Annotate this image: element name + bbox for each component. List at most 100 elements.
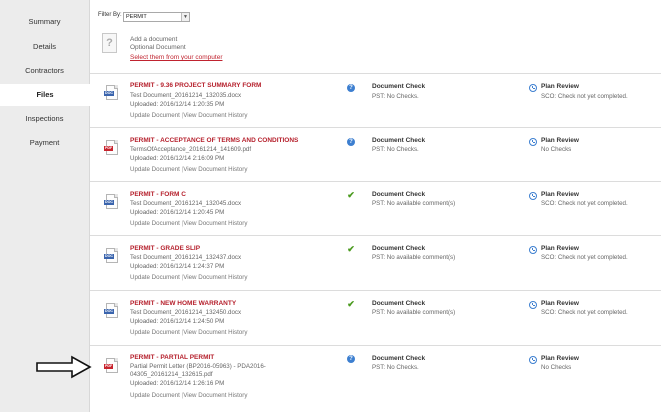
- plan-review-status: SCO: Check not yet completed.: [541, 200, 628, 207]
- plan-review-status: SCO: Check not yet completed.: [541, 309, 628, 316]
- document-filename: TermsOfAcceptance_20161214_141609.pdf: [130, 146, 252, 153]
- document-title: PERMIT - PARTIAL PERMIT: [130, 354, 215, 361]
- view-history-link[interactable]: View Document History: [183, 112, 247, 119]
- clock-icon: [529, 356, 537, 364]
- view-history-link[interactable]: View Document History: [183, 392, 247, 399]
- document-filename-continued: 04305_20161214_132615.pdf: [130, 371, 213, 378]
- document-check-title: Document Check: [372, 300, 426, 307]
- question-icon: ?: [347, 84, 355, 92]
- filter-label: Filter By:: [98, 12, 122, 18]
- document-uploaded: Uploaded: 2016/12/14 2:16:09 PM: [130, 155, 225, 162]
- document-check-title: Document Check: [372, 83, 426, 90]
- document-actions: Update Document |View Document History: [130, 112, 248, 119]
- sidebar-item-inspections[interactable]: Inspections: [0, 108, 89, 130]
- pointer-arrow-icon: [36, 355, 92, 379]
- select-files-link[interactable]: Select them from your computer: [130, 54, 222, 61]
- clock-icon: [529, 138, 537, 146]
- divider: [90, 345, 661, 346]
- document-uploaded: Uploaded: 2016/12/14 1:24:37 PM: [130, 263, 225, 270]
- add-document-subtitle: Optional Document: [130, 44, 186, 51]
- sidebar-nav: Summary Details Contractors Files Inspec…: [0, 0, 90, 412]
- document-actions: Update Document |View Document History: [130, 329, 248, 336]
- update-document-link[interactable]: Update Document: [130, 392, 180, 399]
- document-title: PERMIT - NEW HOME WARRANTY: [130, 300, 237, 307]
- view-history-link[interactable]: View Document History: [183, 329, 247, 336]
- docx-file-icon: DOC: [104, 303, 118, 318]
- view-history-link[interactable]: View Document History: [183, 166, 247, 173]
- document-check-status: PST: No available comment(s): [372, 309, 456, 316]
- files-panel: Filter By: PERMIT ▼ ? Add a document Opt…: [90, 0, 661, 412]
- divider: [90, 73, 661, 74]
- pdf-file-icon: PDF: [104, 140, 118, 155]
- clock-icon: [529, 301, 537, 309]
- plan-review-status: SCO: Check not yet completed.: [541, 93, 628, 100]
- checkmark-icon: ✔: [347, 190, 355, 200]
- document-actions: Update Document |View Document History: [130, 392, 248, 399]
- document-check-status: PST: No Checks.: [372, 93, 419, 100]
- add-document-placeholder-icon: ?: [102, 33, 117, 53]
- plan-review-status: SCO: Check not yet completed.: [541, 254, 628, 261]
- document-filename: Test Document_20161214_132450.docx: [130, 309, 242, 316]
- divider: [90, 127, 661, 128]
- clock-icon: [529, 246, 537, 254]
- sidebar-item-contractors[interactable]: Contractors: [0, 60, 89, 82]
- document-check-title: Document Check: [372, 137, 426, 144]
- clock-icon: [529, 84, 537, 92]
- document-title: PERMIT - GRADE SLIP: [130, 245, 201, 252]
- document-uploaded: Uploaded: 2016/12/14 1:20:45 PM: [130, 209, 225, 216]
- update-document-link[interactable]: Update Document: [130, 112, 180, 119]
- plan-review-title: Plan Review: [541, 137, 579, 144]
- divider: [90, 181, 661, 182]
- document-check-title: Document Check: [372, 355, 426, 362]
- document-check-status: PST: No available comment(s): [372, 254, 456, 261]
- plan-review-title: Plan Review: [541, 191, 579, 198]
- document-check-status: PST: No available comment(s): [372, 200, 456, 207]
- document-uploaded: Uploaded: 2016/12/14 1:26:16 PM: [130, 380, 225, 387]
- add-document-title: Add a document: [130, 36, 178, 43]
- filter-select[interactable]: PERMIT ▼: [123, 12, 190, 22]
- plan-review-status: No Checks: [541, 364, 572, 371]
- document-title: PERMIT - 9.36 PROJECT SUMMARY FORM: [130, 82, 262, 89]
- question-icon: ?: [347, 138, 355, 146]
- plan-review-title: Plan Review: [541, 83, 579, 90]
- docx-file-icon: DOC: [104, 85, 118, 100]
- sidebar-item-summary[interactable]: Summary: [0, 11, 89, 33]
- plan-review-title: Plan Review: [541, 355, 579, 362]
- document-check-title: Document Check: [372, 245, 426, 252]
- view-history-link[interactable]: View Document History: [183, 220, 247, 227]
- update-document-link[interactable]: Update Document: [130, 166, 180, 173]
- document-actions: Update Document |View Document History: [130, 220, 248, 227]
- checkmark-icon: ✔: [347, 244, 355, 254]
- checkmark-icon: ✔: [347, 299, 355, 309]
- view-history-link[interactable]: View Document History: [183, 274, 247, 281]
- document-title: PERMIT - FORM C: [130, 191, 186, 198]
- document-filename: Test Document_20161214_132035.docx: [130, 92, 242, 99]
- document-filename: Partial Permit Letter (BP2016-05963) - P…: [130, 363, 266, 370]
- question-icon: ?: [347, 355, 355, 363]
- update-document-link[interactable]: Update Document: [130, 274, 180, 281]
- document-actions: Update Document |View Document History: [130, 166, 248, 173]
- docx-file-icon: DOC: [104, 194, 118, 209]
- update-document-link[interactable]: Update Document: [130, 329, 180, 336]
- sidebar-item-details[interactable]: Details: [0, 36, 89, 58]
- divider: [90, 235, 661, 236]
- document-uploaded: Uploaded: 2016/12/14 1:20:35 PM: [130, 101, 225, 108]
- divider: [90, 290, 661, 291]
- document-check-title: Document Check: [372, 191, 426, 198]
- sidebar-item-files[interactable]: Files: [0, 84, 90, 106]
- sidebar-item-payment[interactable]: Payment: [0, 132, 89, 154]
- plan-review-title: Plan Review: [541, 300, 579, 307]
- docx-file-icon: DOC: [104, 248, 118, 263]
- filter-selected-value: PERMIT: [126, 14, 147, 20]
- document-actions: Update Document |View Document History: [130, 274, 248, 281]
- chevron-down-icon: ▼: [181, 13, 189, 21]
- plan-review-title: Plan Review: [541, 245, 579, 252]
- document-uploaded: Uploaded: 2016/12/14 1:24:50 PM: [130, 318, 225, 325]
- document-title: PERMIT - ACCEPTANCE OF TERMS AND CONDITI…: [130, 137, 299, 144]
- document-check-status: PST: No Checks.: [372, 146, 419, 153]
- document-check-status: PST: No Checks.: [372, 364, 419, 371]
- clock-icon: [529, 192, 537, 200]
- document-filename: Test Document_20161214_132045.docx: [130, 200, 242, 207]
- update-document-link[interactable]: Update Document: [130, 220, 180, 227]
- pdf-file-icon: PDF: [104, 358, 118, 373]
